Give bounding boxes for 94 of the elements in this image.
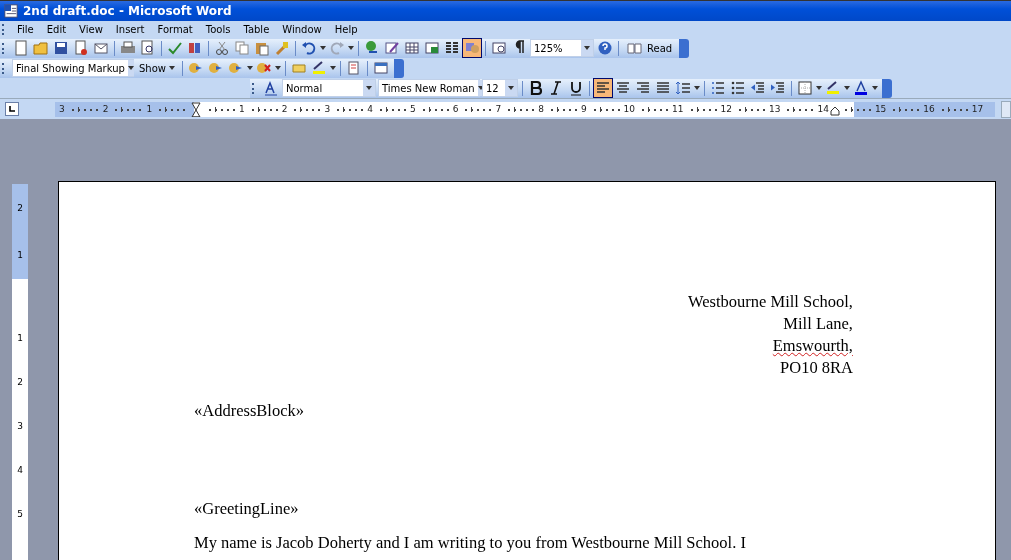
cut-icon[interactable] [213,39,231,57]
bullet-list-icon[interactable] [729,79,747,97]
ruler-number: 10 [623,104,636,114]
dropdown-arrow-icon[interactable] [844,86,850,90]
dropdown-arrow-icon[interactable] [320,46,326,50]
ruler-number: 16 [923,104,935,114]
ruler-number: 13 [768,104,781,114]
grip-handle[interactable] [2,24,7,35]
ruler-number: 1 [146,104,153,114]
toolbar-options-tab[interactable] [394,58,404,78]
ruler-number: 15 [874,104,887,114]
dropdown-arrow-icon[interactable] [247,66,253,70]
numbered-list-icon[interactable] [709,79,727,97]
menu-item[interactable]: Edit [40,24,73,35]
menu-item[interactable]: Table [237,24,276,35]
dropdown-arrow-icon[interactable] [816,86,822,90]
font-color-icon[interactable] [852,79,870,97]
ruler-number: 11 [672,104,684,114]
grip-handle[interactable] [2,42,7,54]
ruler-number: 4 [17,465,23,475]
ruler-number: 2 [281,104,288,114]
ruler-number: 3 [324,104,331,114]
dropdown-arrow-icon [169,66,175,70]
highlight-icon[interactable] [310,59,328,77]
menu-item[interactable]: Insert [109,24,151,35]
show-button[interactable]: Show [136,59,178,77]
menu-item[interactable]: Format [151,24,199,35]
new-document-icon[interactable] [12,39,30,57]
spreadsheet-icon[interactable] [423,39,441,57]
toolbar-options-tab[interactable] [679,38,690,58]
brush-icon[interactable] [273,39,291,57]
address-line: Emswourth, [772,335,853,357]
window-title: 2nd draft.doc - Microsoft Word [23,4,232,18]
reviewing-pane-icon[interactable] [372,59,390,77]
document-icon[interactable] [72,39,90,57]
merge-field: «AddressBlock» [194,401,853,421]
dropdown-arrow-icon[interactable] [275,66,281,70]
menu-item[interactable]: Tools [199,24,237,35]
style-dropdown[interactable]: Normal [282,79,376,97]
dropdown-arrow-icon[interactable] [508,86,514,90]
right-indent-marker-icon[interactable] [829,106,840,116]
styles-icon[interactable] [262,79,280,97]
ruler-number: 5 [17,509,23,519]
ruler-number: 1 [239,104,245,114]
align-left-icon[interactable] [594,79,612,97]
font-dropdown[interactable]: Times New Roman [378,79,480,97]
ruler-number: 3 [17,421,23,431]
menu-item[interactable]: File [11,24,40,35]
font-size-dropdown[interactable]: 12 [482,79,518,97]
ruler-number: 12 [720,104,732,114]
dropdown-arrow-icon[interactable] [366,86,372,90]
ruler-number: 1 [17,333,23,343]
document-map-icon[interactable] [490,39,508,57]
ruler-number: 6 [452,104,459,114]
ruler-number: 8 [538,104,544,114]
menu-item[interactable]: View [73,24,109,35]
dropdown-arrow-icon[interactable] [584,46,590,50]
read-button[interactable]: Read [623,39,676,57]
undo-icon[interactable] [300,39,318,57]
dropdown-arrow-icon[interactable] [348,46,354,50]
grip-handle[interactable] [2,62,7,74]
ruler-number: 5 [409,104,416,114]
ruler-number: 2 [17,202,23,213]
document-icon [4,4,18,18]
ruler-number: 2 [17,377,23,387]
ruler-number: 7 [495,104,502,114]
dropdown-arrow-icon[interactable] [330,66,336,70]
border-icon[interactable] [796,79,814,97]
dropdown-arrow-icon[interactable] [127,66,134,70]
table-icon[interactable] [403,39,421,57]
help-icon[interactable] [596,39,614,57]
grip-handle[interactable] [252,82,257,94]
ruler-number: 17 [971,104,984,114]
menu-item[interactable]: Help [328,24,364,35]
body-text: My name is Jacob Doherty and I am writing to you from Westbourne Mill School. I [194,533,747,553]
ruler-number: 4 [367,104,373,114]
zoom-dropdown[interactable]: 125% [530,39,594,57]
indent-marker-icon[interactable] [191,102,201,117]
highlight-icon[interactable] [824,79,842,97]
dropdown-arrow-icon[interactable] [694,86,700,90]
ruler-number: 2 [102,104,109,114]
merge-field: «GreetingLine» [194,499,853,519]
ruler-number: 9 [580,104,587,114]
address-line: PO10 8RA [780,357,853,379]
address-line: Mill Lane, [783,313,853,335]
pen-icon[interactable] [383,39,401,57]
ruler-number: 1 [17,250,23,261]
display-dropdown[interactable]: Final Showing Markup [12,59,134,77]
address-line: Westbourne Mill School, [687,291,853,313]
menu-item[interactable]: Window [276,24,328,35]
line-spacing-icon[interactable] [674,79,692,97]
ruler-number: 3 [59,104,65,114]
ruler-number: 14 [817,104,829,114]
dropdown-arrow-icon[interactable] [872,86,878,90]
